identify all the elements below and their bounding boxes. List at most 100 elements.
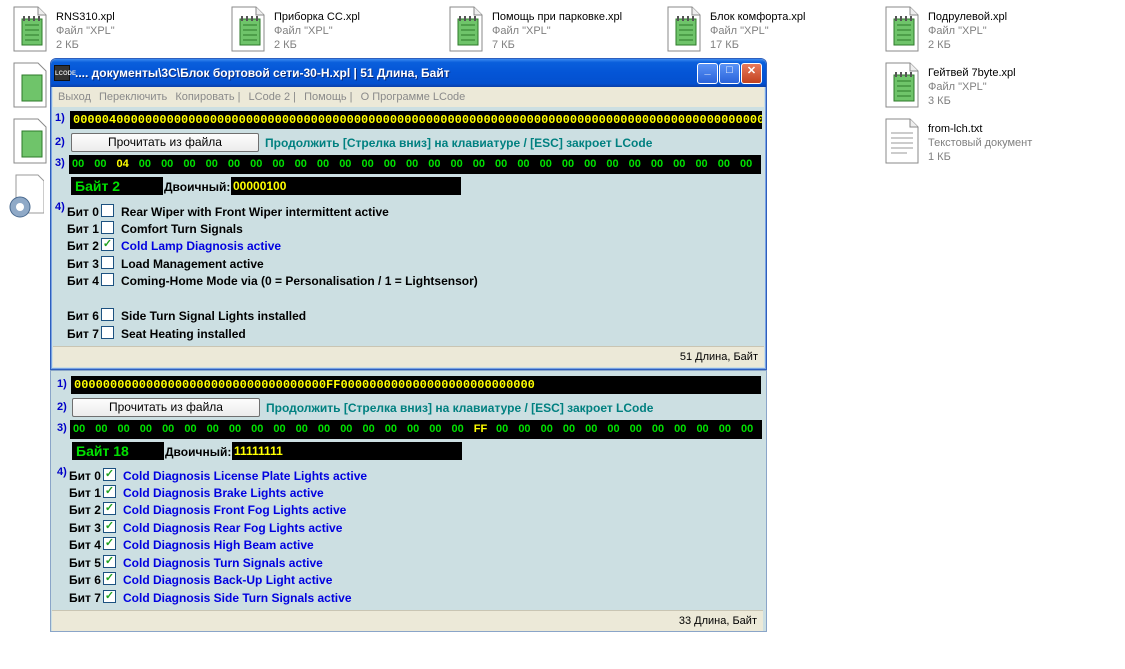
maximize-button[interactable]: □	[719, 63, 740, 84]
byte-cell[interactable]: 00	[405, 155, 427, 174]
byte-cell[interactable]: 00	[383, 155, 405, 174]
bit-checkbox[interactable]: ✓	[103, 590, 116, 603]
desktop-file[interactable]: Помощь при парковке.xpl Файл "XPL" 7 КБ	[446, 5, 656, 53]
bit-checkbox[interactable]: ✓	[103, 468, 116, 481]
byte-cell[interactable]: 00	[339, 420, 361, 439]
byte-cell[interactable]: 00	[295, 420, 317, 439]
byte-cell[interactable]: 00	[160, 155, 182, 174]
byte-cell[interactable]: 00	[472, 155, 494, 174]
byte-cell[interactable]: 00	[272, 420, 294, 439]
byte-cell[interactable]: 00	[183, 420, 205, 439]
byte-cell[interactable]: 00	[427, 155, 449, 174]
byte-cell[interactable]: 00	[605, 155, 627, 174]
byte-cell[interactable]: 00	[138, 155, 160, 174]
byte-cell[interactable]: 00	[450, 155, 472, 174]
byte-cell[interactable]: 00	[139, 420, 161, 439]
bit-checkbox[interactable]	[101, 204, 114, 217]
read-from-file-button[interactable]: Прочитать из файла	[72, 398, 260, 417]
byte-cell[interactable]: 00	[249, 155, 271, 174]
byte-cell[interactable]: 00	[406, 420, 428, 439]
desktop-file[interactable]: Приборка CC.xpl Файл "XPL" 2 КБ	[228, 5, 438, 53]
settings-file-icon[interactable]	[4, 172, 44, 222]
byte-cell[interactable]: 00	[629, 420, 651, 439]
menu-copy[interactable]: Копировать |	[175, 91, 240, 103]
hex-string[interactable]: 00000000000000000000000000000000000FF000…	[71, 376, 761, 394]
byte-cell[interactable]: 00	[206, 420, 228, 439]
byte-cell[interactable]: 00	[695, 420, 717, 439]
byte-cell[interactable]: 00	[205, 155, 227, 174]
byte-cell[interactable]: 00	[650, 155, 672, 174]
read-from-file-button[interactable]: Прочитать из файла	[71, 133, 259, 152]
bit-checkbox[interactable]: ✓	[103, 537, 116, 550]
xpl-file-icon[interactable]	[10, 61, 50, 109]
byte-cell[interactable]: 00	[227, 155, 249, 174]
byte-cell[interactable]: 00	[717, 155, 739, 174]
byte-cell[interactable]: 00	[673, 420, 695, 439]
bit-checkbox[interactable]: ✓	[103, 485, 116, 498]
byte-cell[interactable]: 00	[161, 420, 183, 439]
byte-cell[interactable]: 00	[539, 155, 561, 174]
byte-cell[interactable]: 00	[517, 420, 539, 439]
byte-cell[interactable]: 00	[384, 420, 406, 439]
byte-cell[interactable]: 00	[584, 420, 606, 439]
bit-checkbox[interactable]	[101, 221, 114, 234]
xpl-file-icon[interactable]	[10, 117, 50, 165]
byte-cell[interactable]: FF	[473, 420, 495, 439]
byte-cell[interactable]: 00	[271, 155, 293, 174]
desktop-file[interactable]: from-lch.txt Текстовый документ 1 КБ	[882, 117, 1092, 165]
byte-cell[interactable]: 00	[72, 420, 94, 439]
byte-cell[interactable]: 00	[694, 155, 716, 174]
menu-help[interactable]: Помощь |	[304, 91, 352, 103]
menu-lcode2[interactable]: LCode 2 |	[249, 91, 297, 103]
desktop-file[interactable]: Гейтвей 7byte.xpl Файл "XPL" 3 КБ	[882, 61, 1092, 109]
byte-cell[interactable]: 00	[628, 155, 650, 174]
byte-cell[interactable]: 00	[94, 420, 116, 439]
byte-cell[interactable]: 00	[71, 155, 93, 174]
byte-cell[interactable]: 00	[182, 155, 204, 174]
byte-cell[interactable]: 00	[562, 420, 584, 439]
desktop-file[interactable]: Подрулевой.xpl Файл "XPL" 2 КБ	[882, 5, 1092, 53]
byte-cell[interactable]: 00	[495, 420, 517, 439]
byte-cell[interactable]: 00	[361, 420, 383, 439]
byte-cell[interactable]: 00	[228, 420, 250, 439]
byte-cell[interactable]: 00	[338, 155, 360, 174]
byte-cell[interactable]: 00	[516, 155, 538, 174]
bit-checkbox[interactable]: ✓	[101, 238, 114, 251]
byte-cell[interactable]: 00	[561, 155, 583, 174]
title-bar[interactable]: LCODE .... документы\3С\Блок бортовой се…	[51, 59, 766, 87]
bit-checkbox[interactable]: ✓	[103, 502, 116, 515]
byte-cell[interactable]: 00	[583, 155, 605, 174]
desktop-file[interactable]: RNS310.xpl Файл "XPL" 2 КБ	[10, 5, 220, 53]
byte-cell[interactable]: 00	[651, 420, 673, 439]
menu-switch[interactable]: Переключить	[99, 91, 167, 103]
byte-cell[interactable]: 00	[740, 420, 762, 439]
byte-cell[interactable]: 04	[116, 155, 138, 174]
menu-about[interactable]: О Программе LCode	[361, 91, 466, 103]
byte-cell[interactable]: 00	[540, 420, 562, 439]
byte-cell[interactable]: 00	[294, 155, 316, 174]
byte-cell[interactable]: 00	[316, 155, 338, 174]
close-button[interactable]: ✕	[741, 63, 762, 84]
bit-checkbox[interactable]: ✓	[103, 555, 116, 568]
hex-string[interactable]: 0000040000000000000000000000000000000000…	[70, 111, 762, 129]
byte-cell[interactable]: 00	[317, 420, 339, 439]
bit-checkbox[interactable]: ✓	[103, 572, 116, 585]
byte-cell[interactable]: 00	[360, 155, 382, 174]
minimize-button[interactable]: _	[697, 63, 718, 84]
desktop-file[interactable]: Блок комфорта.xpl Файл "XPL" 17 КБ	[664, 5, 874, 53]
bit-checkbox[interactable]: ✓	[103, 520, 116, 533]
byte-cell[interactable]: 00	[739, 155, 761, 174]
byte-cell[interactable]: 00	[672, 155, 694, 174]
bit-checkbox[interactable]	[101, 273, 114, 286]
byte-cell[interactable]: 00	[606, 420, 628, 439]
byte-cell[interactable]: 00	[718, 420, 740, 439]
bit-checkbox[interactable]	[101, 308, 114, 321]
byte-cell[interactable]: 00	[117, 420, 139, 439]
bit-checkbox[interactable]	[101, 326, 114, 339]
bit-checkbox[interactable]	[101, 256, 114, 269]
byte-cell[interactable]: 00	[451, 420, 473, 439]
byte-cell[interactable]: 00	[428, 420, 450, 439]
byte-cell[interactable]: 00	[93, 155, 115, 174]
menu-exit[interactable]: Выход	[58, 91, 91, 103]
byte-cell[interactable]: 00	[250, 420, 272, 439]
